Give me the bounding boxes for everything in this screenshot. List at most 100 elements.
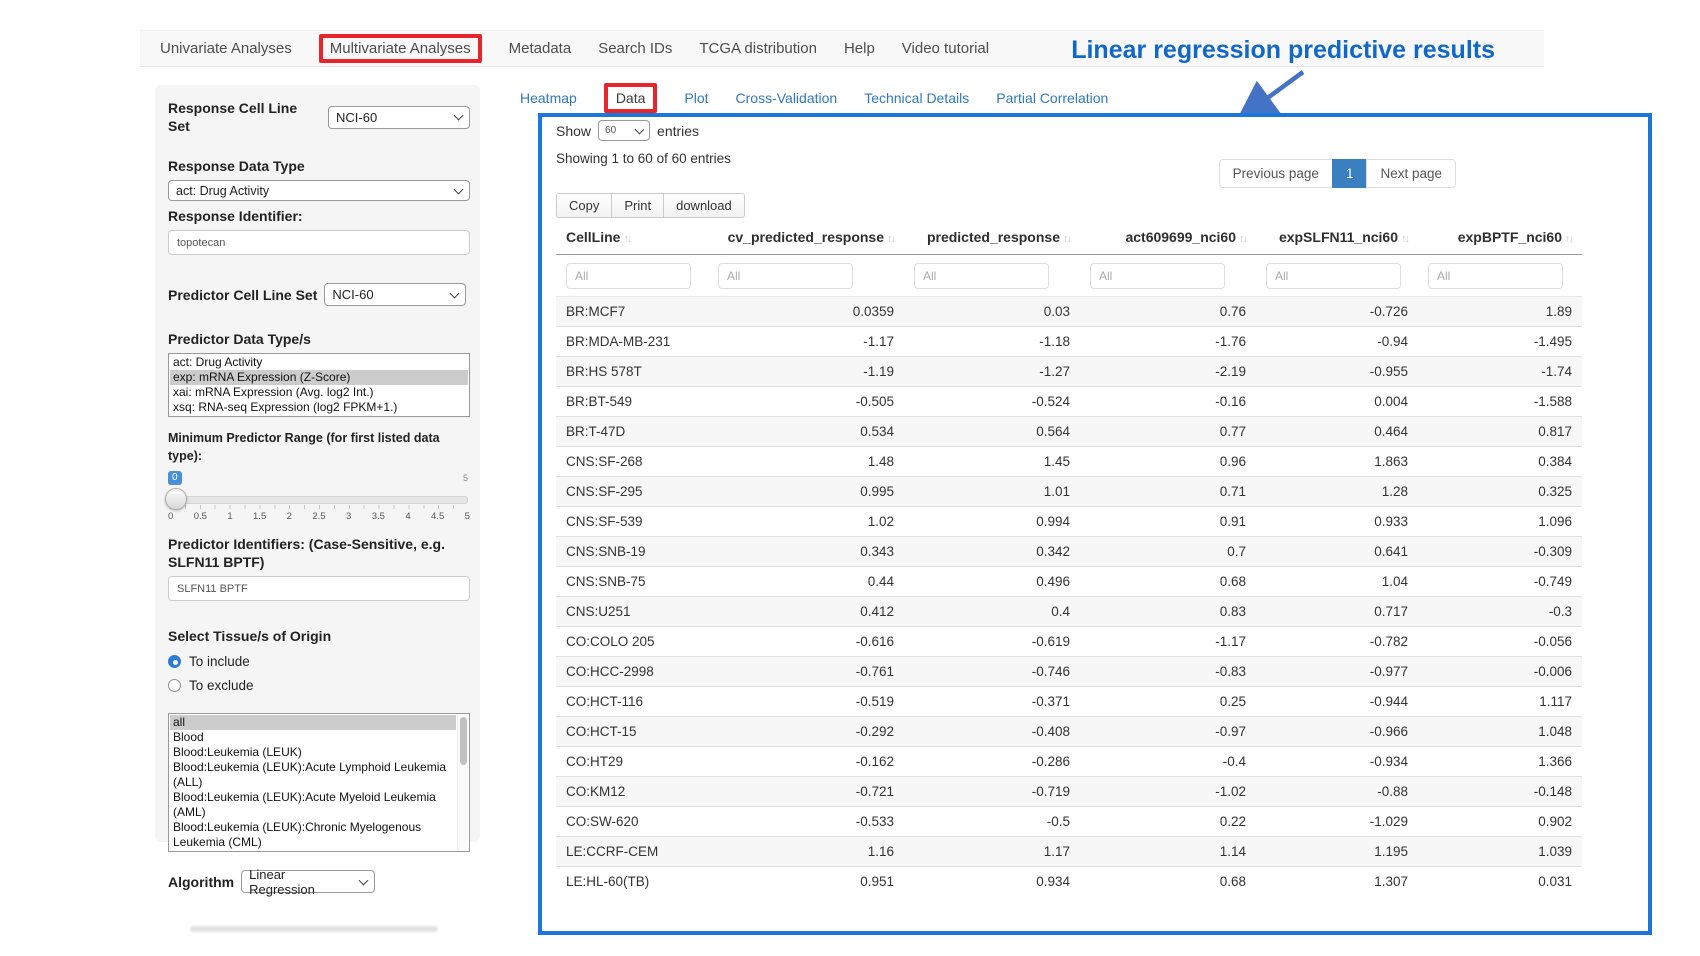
cellline-cell: CO:HCT-15 — [556, 717, 708, 747]
filter-cell — [1080, 255, 1256, 297]
download-button[interactable]: download — [663, 193, 745, 218]
tissue-radio-to-exclude[interactable]: To exclude — [168, 678, 470, 693]
pagination: Previous page1Next page — [1219, 159, 1456, 188]
response-data-type-select[interactable]: act: Drug Activity — [168, 180, 470, 201]
previous-page-button[interactable]: Previous page — [1219, 159, 1333, 188]
value-cell: 1.02 — [708, 507, 904, 537]
value-cell: -0.056 — [1418, 627, 1582, 657]
nav-item-univariate-analyses[interactable]: Univariate Analyses — [160, 40, 292, 57]
tab-cross-validation[interactable]: Cross-Validation — [736, 90, 838, 106]
predictor-identifiers-input[interactable] — [168, 576, 470, 601]
print-button[interactable]: Print — [611, 193, 664, 218]
column-header-label: CellLine — [566, 229, 620, 245]
column-header-act609699-nci60[interactable]: act609699_nci60↑↓ — [1080, 221, 1256, 255]
radio-selected-icon[interactable] — [168, 655, 181, 668]
tissue-listbox[interactable]: allBloodBlood:Leukemia (LEUK)Blood:Leuke… — [168, 713, 470, 852]
slider-tick-labels: 00.511.522.533.544.55 — [168, 511, 470, 522]
predictor-data-types-listbox[interactable]: act: Drug Activityexp: mRNA Expression (… — [168, 353, 470, 417]
filter-cell — [556, 255, 708, 297]
cellline-cell: CNS:U251 — [556, 597, 708, 627]
next-page-button[interactable]: Next page — [1366, 159, 1456, 188]
value-cell: 0.994 — [904, 507, 1080, 537]
tab-heatmap[interactable]: Heatmap — [520, 90, 577, 106]
column-header-expslfn11-nci60[interactable]: expSLFN11_nci60↑↓ — [1256, 221, 1418, 255]
tab-partial-correlation[interactable]: Partial Correlation — [996, 90, 1108, 106]
slider-handle[interactable] — [165, 488, 187, 510]
results-panel: Show 60 entries Showing 1 to 60 of 60 en… — [538, 113, 1652, 935]
tab-plot[interactable]: Plot — [684, 90, 708, 106]
slider-track[interactable] — [170, 496, 468, 504]
algorithm-select[interactable]: Linear Regression — [241, 870, 375, 893]
tissue-option[interactable]: Blood:Leukemia (LEUK) — [170, 745, 456, 760]
select-value: NCI-60 — [336, 110, 377, 125]
nav-item-video-tutorial[interactable]: Video tutorial — [902, 40, 989, 57]
value-cell: 1.45 — [904, 447, 1080, 477]
tissue-option[interactable]: Blood:Leukemia (LEUK):Chronic Myelogenou… — [170, 820, 456, 850]
value-cell: 0.25 — [1080, 687, 1256, 717]
nav-item-help[interactable]: Help — [844, 40, 875, 57]
value-cell: 1.16 — [708, 837, 904, 867]
predictor-cell-line-set-select[interactable]: NCI-60 — [324, 283, 466, 306]
value-cell: 1.096 — [1418, 507, 1582, 537]
predictor-data-type-option[interactable]: xsq: RNA-seq Expression (log2 FPKM+1.) — [170, 400, 468, 415]
scrollbar-track[interactable] — [457, 715, 468, 850]
min-predictor-range-slider[interactable]: 0 5 00.511.522.533.544.55 — [168, 471, 470, 527]
value-cell: -0.955 — [1256, 357, 1418, 387]
page: Univariate Analyses Multivariate Analyses… — [0, 0, 1700, 956]
nav-item-tcga-distribution[interactable]: TCGA distribution — [699, 40, 817, 57]
select-value: act: Drug Activity — [176, 184, 269, 198]
current-page-button[interactable]: 1 — [1332, 159, 1368, 188]
filter-input-expslfn11-nci60[interactable] — [1266, 263, 1401, 289]
nav-item-multivariate-analyses[interactable]: Multivariate Analyses — [319, 34, 482, 63]
table-row: CO:HCT-116-0.519-0.3710.25-0.9441.117 — [556, 687, 1582, 717]
column-header-predicted-response[interactable]: predicted_response↑↓ — [904, 221, 1080, 255]
radio-unselected-icon[interactable] — [168, 679, 181, 692]
nav-item-search-ids[interactable]: Search IDs — [598, 40, 672, 57]
tab-technical-details[interactable]: Technical Details — [864, 90, 969, 106]
results-table: CellLine↑↓cv_predicted_response↑↓predict… — [556, 221, 1582, 896]
tissue-option[interactable]: Blood — [170, 730, 456, 745]
response-cell-line-set-select[interactable]: NCI-60 — [328, 106, 470, 129]
value-cell: -0.148 — [1418, 777, 1582, 807]
filter-input-expbptf-nci60[interactable] — [1428, 263, 1563, 289]
value-cell: -0.519 — [708, 687, 904, 717]
value-cell: 0.933 — [1256, 507, 1418, 537]
tissue-option[interactable]: all — [170, 715, 456, 730]
predictor-data-type-option[interactable]: exp: mRNA Expression (Z-Score) — [170, 370, 468, 385]
table-row: CO:KM12-0.721-0.719-1.02-0.88-0.148 — [556, 777, 1582, 807]
value-cell: -0.782 — [1256, 627, 1418, 657]
tissue-option[interactable]: Blood:Leukemia (LEUK):Acute Myeloid Leuk… — [170, 790, 456, 820]
page-length-select[interactable]: 60 — [598, 120, 650, 141]
cellline-cell: CNS:SNB-19 — [556, 537, 708, 567]
filter-input-cv-predicted-response[interactable] — [718, 263, 853, 289]
predictor-data-type-option[interactable]: act: Drug Activity — [170, 355, 468, 370]
scrollbar-thumb[interactable] — [460, 717, 467, 765]
predictor-cell-line-set-row: Predictor Cell Line Set NCI-60 — [168, 283, 470, 306]
value-cell: -0.286 — [904, 747, 1080, 777]
response-identifier-input[interactable] — [168, 230, 470, 255]
tab-data[interactable]: Data — [604, 83, 658, 113]
nav-item-metadata[interactable]: Metadata — [509, 40, 572, 57]
tissue-option[interactable]: Blood:Leukemia (LEUK):Acute Lymphoid Leu… — [170, 760, 456, 790]
value-cell: 0.534 — [708, 417, 904, 447]
table-header-row: CellLine↑↓cv_predicted_response↑↓predict… — [556, 221, 1582, 255]
value-cell: 0.343 — [708, 537, 904, 567]
column-header-cellline[interactable]: CellLine↑↓ — [556, 221, 708, 255]
slider-tick-label: 3 — [346, 511, 351, 522]
value-cell: 0.76 — [1080, 297, 1256, 327]
tissue-radio-to-include[interactable]: To include — [168, 654, 470, 669]
copy-button[interactable]: Copy — [556, 193, 612, 218]
column-header-cv-predicted-response[interactable]: cv_predicted_response↑↓ — [708, 221, 904, 255]
predictor-data-types-label: Predictor Data Type/s — [168, 330, 470, 348]
predictor-data-type-option[interactable]: xai: mRNA Expression (Avg. log2 Int.) — [170, 385, 468, 400]
filter-input-cellline[interactable] — [566, 263, 691, 289]
value-cell: 0.91 — [1080, 507, 1256, 537]
filter-input-act609699-nci60[interactable] — [1090, 263, 1225, 289]
value-cell: 1.17 — [904, 837, 1080, 867]
value-cell: 0.0359 — [708, 297, 904, 327]
value-cell: -0.533 — [708, 807, 904, 837]
value-cell: -0.97 — [1080, 717, 1256, 747]
column-header-expbptf-nci60[interactable]: expBPTF_nci60↑↓ — [1418, 221, 1582, 255]
table-row: CNS:SF-5391.020.9940.910.9331.096 — [556, 507, 1582, 537]
filter-input-predicted-response[interactable] — [914, 263, 1049, 289]
